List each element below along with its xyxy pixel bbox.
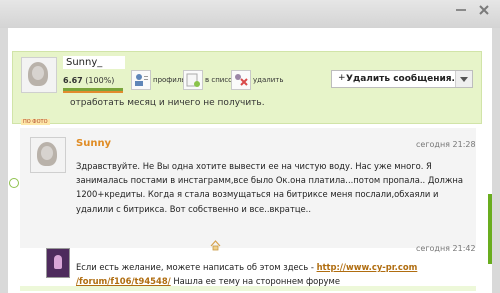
forum-link-part2[interactable]: /forum/f106/t94548/ — [76, 276, 171, 286]
rating-value: 6.67 — [63, 76, 83, 85]
user-tag: ПО ФОТО — [21, 119, 50, 125]
previous-message-text: отработать месяц и ничего не получить. — [70, 98, 265, 108]
avatar[interactable] — [46, 248, 70, 278]
delete-messages-label: Удалить сообщения... — [346, 74, 462, 84]
rating-text: 6.67 (100%) — [63, 76, 114, 85]
message-suffix: Нашла ее тему на стороннем форуме — [170, 276, 340, 286]
profile-button[interactable]: профиль — [131, 70, 185, 90]
message-prefix: Если есть желание, можете написать об эт… — [76, 262, 317, 272]
message-text: Здравствуйте. Не Вы одна хотите вывести … — [76, 161, 464, 214]
username-label: Sunny_ — [63, 56, 125, 69]
sender-name[interactable]: Sunny — [76, 138, 111, 149]
minimize-icon[interactable] — [454, 3, 468, 17]
delete-icon — [231, 70, 251, 90]
conversation-header: Sunny_ 6.67 (100%) профиль в список удал… — [12, 51, 482, 125]
delete-label: удалить — [253, 76, 284, 84]
profile-icon — [131, 70, 151, 90]
avatar-face — [32, 66, 44, 80]
message-item: Sunny сегодня 21:28 Здравствуйте. Не Вы … — [9, 128, 476, 248]
profile-label: профиль — [153, 76, 186, 84]
dropdown-arrow-icon[interactable] — [455, 71, 472, 87]
message-text: Если есть желание, можете написать об эт… — [76, 260, 472, 288]
add-to-list-button[interactable]: в список — [183, 70, 237, 90]
home-icon[interactable] — [210, 240, 221, 251]
message-time: сегодня 21:42 — [416, 244, 476, 253]
minimize-bar — [456, 9, 466, 11]
avatar[interactable] — [30, 137, 66, 173]
plus-icon: + — [338, 73, 346, 83]
delete-messages-dropdown[interactable]: + Удалить сообщения... — [331, 70, 473, 88]
rating-bar-secondary — [63, 91, 123, 93]
message-time: сегодня 21:28 — [416, 140, 476, 149]
window-titlebar — [0, 0, 500, 28]
conversation-panel: Sunny_ 6.67 (100%) профиль в список удал… — [8, 28, 492, 293]
avatar[interactable] — [21, 57, 57, 93]
list-icon — [183, 70, 203, 90]
unread-indicator — [9, 178, 19, 188]
avatar-face — [41, 146, 53, 160]
forum-link-part1[interactable]: http://www.cy-pr.com — [317, 262, 418, 272]
composer-bar — [20, 286, 476, 291]
delete-button[interactable]: удалить — [231, 70, 284, 90]
scroll-indicator[interactable] — [488, 194, 492, 264]
rating-percent: (100%) — [85, 76, 115, 85]
close-icon[interactable] — [477, 3, 491, 17]
